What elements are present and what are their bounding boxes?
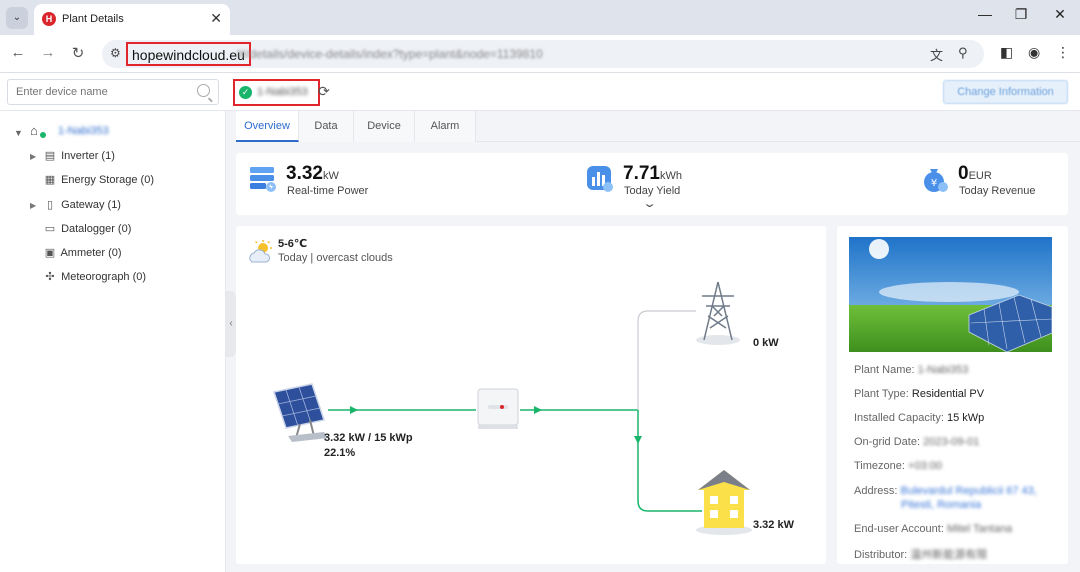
side-panel-icon[interactable]: ◧ [1000, 44, 1013, 61]
tree-root-plant[interactable]: ▼ ⌂ 1-Nabi353 [14, 123, 109, 139]
today-yield-value: 7.71kWh [623, 163, 682, 184]
tree-item-energy-storage[interactable]: ▦ Energy Storage (0) [30, 173, 154, 191]
kpi-summary-bar: 3.32kW Real-time Power 7.71kWh Today Yie… [236, 153, 1068, 215]
tree-root-label: 1-Nabi353 [58, 125, 109, 137]
plant-photo [849, 237, 1052, 352]
gateway-icon: ▯ [46, 199, 54, 211]
search-icon[interactable] [197, 84, 210, 97]
expand-caret-icon[interactable]: ▶ [30, 201, 42, 210]
url-host-highlight: hopewindcloud.eu [126, 42, 251, 66]
energy-flow-panel: 5-6℃ Today | overcast clouds 3.32 kW / 1… [236, 226, 826, 564]
info-address-line2: Pitesti, Romania [901, 499, 982, 511]
tree-item-meteorograph[interactable]: ✣ Meteorograph (0) [30, 270, 146, 288]
power-server-icon [250, 167, 276, 192]
tab-title: Plant Details [62, 13, 124, 25]
back-icon[interactable]: ← [8, 44, 28, 61]
refresh-icon[interactable]: ⟳ [318, 83, 330, 100]
url-path: /#/details/device-details/index?type=pla… [236, 47, 543, 61]
device-search[interactable] [7, 79, 219, 105]
power-grid-tower-icon [696, 281, 740, 345]
translate-icon[interactable]: 文 [930, 45, 943, 64]
expand-chevron-icon[interactable]: ⌄ [642, 197, 657, 210]
inverter-icon: ▤ [44, 150, 56, 162]
info-timezone: Timezone: +03:00 [854, 460, 942, 472]
tree-item-label: Gateway (1) [61, 199, 121, 211]
browser-tab[interactable]: H Plant Details ✕ [34, 4, 230, 35]
tree-item-label: Datalogger (0) [61, 223, 132, 235]
pv-power-label: 3.32 kW / 15 kWp [324, 432, 413, 444]
change-information-button[interactable]: Change Information [943, 80, 1068, 104]
info-plant-name: Plant Name: 1-Nabi353 [854, 364, 969, 376]
today-revenue-label: Today Revenue [959, 185, 1036, 197]
online-status-icon: ✓ [239, 86, 252, 99]
device-search-input[interactable] [8, 80, 188, 104]
tree-item-label: Energy Storage (0) [61, 174, 154, 186]
app-header: ✓ 1-Nabi353 ⟳ Change Information [0, 73, 1080, 111]
reload-icon[interactable]: ↻ [68, 44, 88, 62]
sidebar-collapse-handle[interactable]: ‹ [226, 291, 236, 357]
home-icon: ⌂ [30, 123, 38, 138]
browser-menu-icon[interactable]: ⋮ [1056, 44, 1070, 61]
revenue-bag-icon: ¥ [924, 169, 948, 192]
grid-power-label: 0 kW [753, 337, 779, 349]
realtime-power-value: 3.32kW [286, 163, 339, 184]
forward-icon[interactable]: → [38, 44, 58, 61]
tree-item-datalogger[interactable]: ▭ Datalogger (0) [30, 222, 132, 240]
svg-text:¥: ¥ [931, 178, 937, 189]
tree-item-label: Ammeter (0) [60, 247, 122, 259]
realtime-power-label: Real-time Power [287, 185, 369, 197]
yield-chart-icon [587, 166, 613, 192]
tab-overview[interactable]: Overview [236, 111, 299, 142]
today-revenue-value: 0EUR [958, 163, 992, 184]
close-tab-icon[interactable]: ✕ [210, 10, 222, 27]
tab-alarm[interactable]: Alarm [415, 111, 476, 142]
url-bar[interactable]: ⚙ hopewindcloud.eu /#/details/device-det… [102, 40, 984, 68]
detail-tabs: Overview Data Device Alarm [236, 111, 1080, 142]
minimize-icon[interactable]: — [975, 6, 995, 22]
info-plant-type: Plant Type: Residential PV [854, 388, 985, 400]
collapse-caret-icon[interactable]: ▼ [14, 128, 23, 138]
site-settings-icon[interactable]: ⚙ [110, 46, 121, 60]
tab-device[interactable]: Device [354, 111, 415, 142]
today-yield-label: Today Yield [624, 185, 681, 197]
tree-item-label: Inverter (1) [61, 150, 115, 162]
plant-selector[interactable]: ✓ 1-Nabi353 [233, 79, 320, 106]
online-dot-icon [40, 132, 46, 138]
datalogger-icon: ▭ [44, 223, 56, 235]
address-toolbar: ← → ↻ ⚙ hopewindcloud.eu /#/details/devi… [0, 35, 1080, 73]
tree-item-inverter[interactable]: ▶ ▤ Inverter (1) [30, 149, 115, 167]
info-distributor: Distributor: 温州新能源有限 [854, 549, 988, 561]
plant-info-panel: Plant Name: 1-Nabi353 Plant Type: Reside… [837, 226, 1068, 564]
tree-item-ammeter[interactable]: ▣ Ammeter (0) [30, 246, 122, 264]
pv-percent-label: 22.1% [324, 447, 356, 459]
ammeter-icon: ▣ [44, 247, 56, 259]
tab-data[interactable]: Data [299, 111, 354, 142]
storage-icon: ▦ [44, 174, 56, 186]
expand-caret-icon[interactable]: ▶ [30, 152, 42, 161]
device-tree-sidebar: ▼ ⌂ 1-Nabi353 ▶ ▤ Inverter (1) ▦ Energy S… [0, 111, 226, 572]
inverter-device-icon [477, 388, 519, 429]
info-end-user-account: End-user Account: Mitel Tantana [854, 523, 1013, 535]
browser-tab-strip: ⌄ H Plant Details ✕ — ❐ ✕ [0, 0, 1080, 35]
window-close-icon[interactable]: ✕ [1050, 6, 1070, 23]
tab-search-icon[interactable]: ⌄ [6, 7, 28, 29]
solar-panel-icon [273, 383, 328, 442]
info-installed-capacity: Installed Capacity: 15 kWp [854, 412, 985, 424]
profile-icon[interactable]: ◉ [1028, 44, 1040, 61]
zoom-icon[interactable]: ⚲ [958, 45, 968, 61]
tree-item-gateway[interactable]: ▶ ▯ Gateway (1) [30, 198, 121, 216]
info-on-grid-date: On-grid Date: 2023-09-01 [854, 436, 980, 448]
home-load-icon [696, 470, 752, 535]
site-favicon-icon: H [42, 12, 56, 26]
info-address: Address: Bulevardul Republicii 67 43, [854, 485, 1037, 497]
meteorograph-icon: ✣ [45, 271, 55, 283]
tree-item-label: Meteorograph (0) [61, 271, 147, 283]
energy-flow-diagram [273, 281, 752, 535]
restore-icon[interactable]: ❐ [1011, 6, 1031, 23]
load-power-label: 3.32 kW [753, 519, 794, 531]
plant-name: 1-Nabi353 [257, 86, 308, 98]
